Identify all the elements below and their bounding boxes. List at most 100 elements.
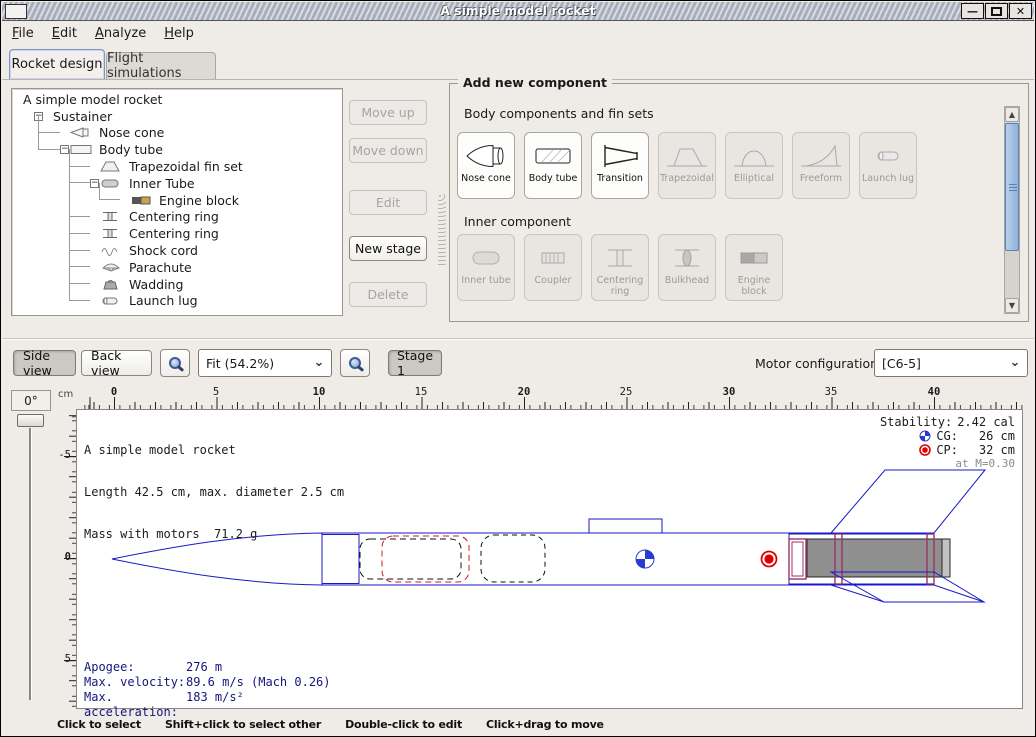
rocket-dimensions: Length 42.5 cm, max. diameter 2.5 cm: [84, 485, 344, 499]
add-transition-button[interactable]: Transition: [591, 132, 649, 199]
menu-analyze[interactable]: Analyze: [95, 26, 146, 41]
zoom-level-select[interactable]: Fit (54.2%) ⌄: [198, 349, 332, 377]
wadding-outline[interactable]: [382, 536, 469, 582]
section-divider: [2, 338, 1034, 340]
zoom-in-button[interactable]: [340, 349, 370, 377]
fin-bottom-outline[interactable]: [831, 585, 984, 602]
tree-item-parachute[interactable]: Parachute: [12, 259, 342, 276]
launch-lug-outline[interactable]: [589, 519, 662, 533]
zoom-out-button[interactable]: [160, 349, 190, 377]
tree-collapse-icon[interactable]: −: [60, 145, 69, 154]
tree-item-shock-cord[interactable]: Shock cord: [12, 242, 342, 259]
tree-item-inner-tube[interactable]: − Inner Tube: [12, 175, 342, 192]
tree-item-rocket[interactable]: A simple model rocket: [12, 91, 342, 108]
motor-configuration-label: Motor configuration:: [755, 356, 882, 371]
tree-item-centering-ring-1[interactable]: Centering ring: [12, 209, 342, 226]
tab-rocket-design[interactable]: Rocket design: [9, 49, 105, 79]
add-body-tube-button[interactable]: Body tube: [524, 132, 582, 199]
scroll-up-icon[interactable]: ▲: [1005, 107, 1019, 122]
motor-body[interactable]: [807, 539, 942, 577]
trapezoidal-fin-icon: [665, 140, 709, 172]
tree-connector: [69, 216, 90, 234]
tab-flight-simulations[interactable]: Flight simulations: [106, 52, 216, 79]
delete-button[interactable]: Delete: [349, 282, 427, 307]
motor-nozzle[interactable]: [942, 539, 950, 577]
component-panel-scrollbar[interactable]: ▲ ▼: [1004, 106, 1020, 314]
tree-connector: [69, 149, 90, 167]
application-window: A simple model rocket — ✕ File Edit Anal…: [0, 0, 1036, 737]
tree-item-sustainer[interactable]: − Sustainer: [12, 108, 342, 125]
stability-value: 2.42 cal: [957, 415, 1015, 429]
centering-ring-icon: [100, 227, 124, 240]
motor-configuration-value: [C6-5]: [875, 356, 1003, 371]
edit-button[interactable]: Edit: [349, 190, 427, 215]
stability-label: Stability:: [880, 415, 952, 429]
motor-configuration-select[interactable]: [C6-5] ⌄: [874, 349, 1028, 377]
tree-item-centering-ring-2[interactable]: Centering ring: [12, 225, 342, 242]
add-centering-ring-button[interactable]: Centering ring: [591, 234, 649, 301]
status-bar: Click to select Shift+click to select ot…: [2, 712, 1034, 736]
fin-top-outline[interactable]: [831, 470, 985, 533]
minimize-button[interactable]: —: [961, 3, 984, 19]
tree-item-body-tube[interactable]: − Body tube: [12, 141, 342, 158]
rotation-slider-track[interactable]: [29, 428, 32, 700]
move-down-button[interactable]: Move down: [349, 138, 427, 163]
add-trapezoidal-fin-button[interactable]: Trapezoidal: [658, 132, 716, 199]
scroll-down-icon[interactable]: ▼: [1005, 298, 1019, 313]
hint-double-click: Double-click to edit: [345, 718, 462, 731]
tree-item-nose-cone[interactable]: Nose cone: [12, 125, 342, 142]
add-engine-block-button[interactable]: Engine block: [725, 234, 783, 301]
split-pane-divider[interactable]: [438, 194, 446, 266]
tree-collapse-icon[interactable]: −: [90, 179, 99, 188]
tree-item-engine-block[interactable]: Engine block: [12, 192, 342, 209]
elliptical-fin-icon: [732, 140, 776, 172]
move-up-button[interactable]: Move up: [349, 100, 427, 125]
window-menu-button[interactable]: [5, 4, 27, 19]
add-inner-tube-button[interactable]: Inner tube: [457, 234, 515, 301]
tree-connector: [99, 183, 120, 201]
add-bulkhead-button[interactable]: Bulkhead: [658, 234, 716, 301]
zoom-level-value: Fit (54.2%): [199, 356, 307, 371]
launch-lug-icon: [100, 294, 124, 307]
mach-note: at M=0.30: [880, 457, 1015, 471]
tree-item-trapezoidal-fin-set[interactable]: Trapezoidal fin set: [12, 158, 342, 175]
maximize-button[interactable]: [985, 3, 1008, 19]
trapezoidal-fin-set-icon: [100, 160, 124, 173]
parachute-icon: [100, 261, 124, 274]
tree-item-launch-lug[interactable]: Launch lug: [12, 293, 342, 310]
stage-1-toggle[interactable]: Stage 1: [388, 350, 442, 376]
back-view-button[interactable]: Back view: [81, 350, 152, 376]
new-stage-button[interactable]: New stage: [349, 236, 427, 261]
component-tree[interactable]: A simple model rocket − Sustainer Nose c…: [11, 88, 343, 316]
scrollbar-thumb[interactable]: [1005, 123, 1019, 251]
close-button[interactable]: ✕: [1009, 3, 1032, 19]
tree-connector: [69, 267, 90, 285]
centering-ring-icon: [598, 242, 642, 274]
add-freeform-fin-button[interactable]: Freeform: [792, 132, 850, 199]
menu-help[interactable]: Help: [164, 26, 194, 41]
shock-cord-outline[interactable]: [360, 539, 461, 579]
add-launch-lug-button[interactable]: Launch lug: [859, 132, 917, 199]
cp-marker: [762, 552, 777, 567]
title-bar[interactable]: A simple model rocket — ✕: [2, 2, 1034, 21]
rocket-design-canvas[interactable]: A simple model rocket Length 42.5 cm, ma…: [76, 409, 1023, 709]
side-view-button[interactable]: Side view: [13, 350, 76, 376]
max-velocity-value: 89.6 m/s (Mach 0.26): [186, 675, 331, 690]
menu-file[interactable]: File: [12, 26, 34, 41]
vertical-ruler: -5 0 5: [56, 409, 76, 709]
menu-edit[interactable]: Edit: [52, 26, 77, 41]
add-coupler-button[interactable]: Coupler: [524, 234, 582, 301]
rocket-mass: Mass with motors 71.2 g: [84, 527, 344, 541]
rotation-angle-value: 0°: [11, 390, 51, 411]
scrollbar-grip-icon: [1009, 184, 1017, 192]
nose-cone-icon: [70, 126, 94, 139]
cg-value: 26 cm: [963, 429, 1015, 443]
tree-item-wadding[interactable]: Wadding: [12, 276, 342, 293]
hint-click-drag: Click+drag to move: [486, 718, 604, 731]
apogee-value: 276 m: [186, 660, 222, 675]
add-elliptical-fin-button[interactable]: Elliptical: [725, 132, 783, 199]
engine-block-inner: [792, 542, 803, 576]
parachute-outline[interactable]: [481, 535, 545, 582]
add-nose-cone-button[interactable]: Nose cone: [457, 132, 515, 199]
rotation-slider-handle[interactable]: [17, 414, 44, 427]
